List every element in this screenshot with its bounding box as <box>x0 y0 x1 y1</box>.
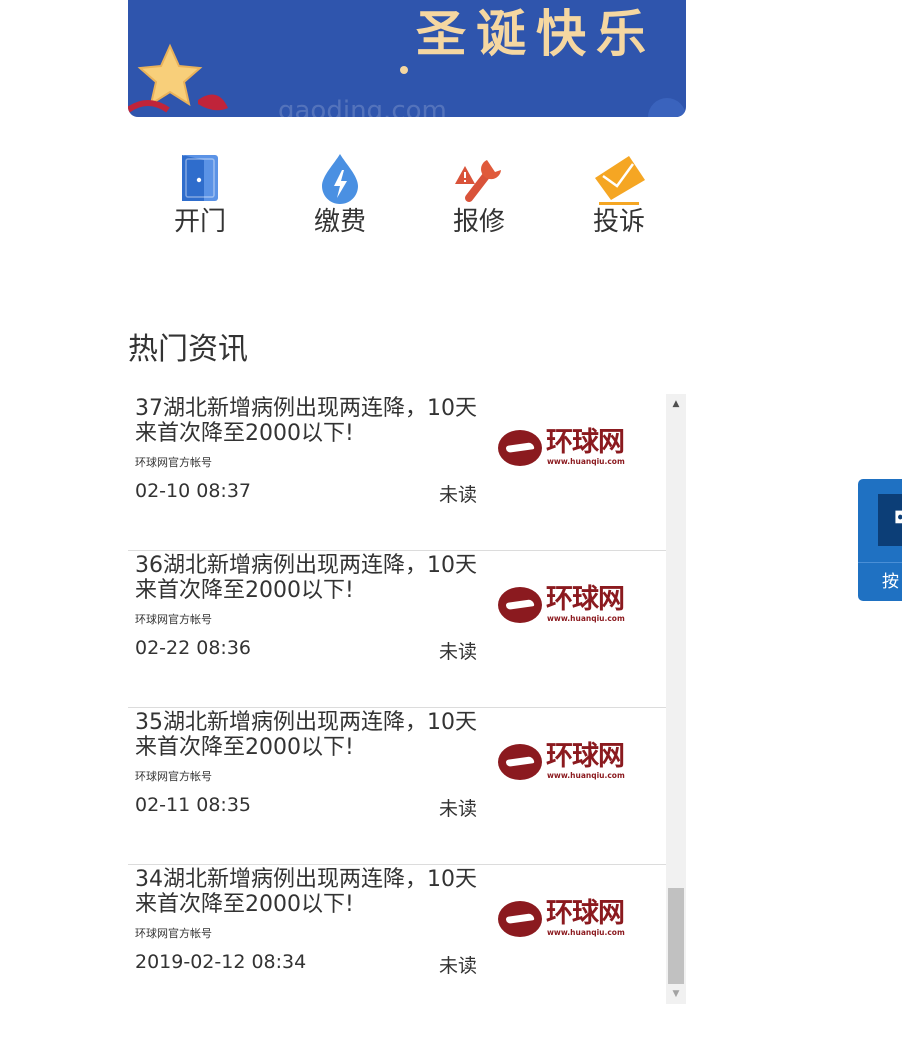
news-time: 2019-02-12 08:34 <box>135 951 307 973</box>
news-source: 环球网官方帐号 <box>135 770 212 783</box>
floating-side-tool[interactable]: ◘ 按 <box>858 479 902 601</box>
action-complaint[interactable]: 投诉 <box>559 150 679 238</box>
scroll-down-arrow-icon[interactable]: ▼ <box>666 984 686 1004</box>
banner-title: 圣诞快乐 <box>416 4 656 63</box>
news-time: 02-10 08:37 <box>135 480 252 502</box>
logo-text: 环球网 <box>546 584 625 615</box>
action-open-door[interactable]: 开门 <box>140 150 260 238</box>
news-headline: 35湖北新增病例出现两连降，10天来首次降至2000以下! <box>135 710 477 760</box>
news-list-container[interactable]: 37湖北新增病例出现两连降，10天来首次降至2000以下! 环球网官方帐号 02… <box>128 394 686 1004</box>
huanqiu-logo-mark <box>498 587 542 623</box>
news-headline: 37湖北新增病例出现两连降，10天来首次降至2000以下! <box>135 396 477 446</box>
news-headline: 34湖北新增病例出现两连降，10天来首次降至2000以下! <box>135 867 477 917</box>
news-source: 环球网官方帐号 <box>135 456 212 469</box>
wrench-icon <box>455 160 501 202</box>
news-list: 37湖北新增病例出现两连降，10天来首次降至2000以下! 环球网官方帐号 02… <box>128 394 666 1004</box>
action-label: 开门 <box>173 207 226 237</box>
banner[interactable]: 圣诞快乐 ❄ gaoding.com <box>128 0 686 117</box>
action-label: 报修 <box>452 207 505 237</box>
banner-watermark: gaoding.com <box>278 96 447 117</box>
action-pay[interactable]: 缴费 <box>280 150 400 238</box>
news-item[interactable]: 34湖北新增病例出现两连降，10天来首次降至2000以下! 环球网官方帐号 20… <box>128 865 666 1004</box>
news-item[interactable]: 35湖北新增病例出现两连降，10天来首次降至2000以下! 环球网官方帐号 02… <box>128 708 666 865</box>
logo-url: www.huanqiu.com <box>547 928 625 937</box>
quick-actions: 开门 缴费 报修 投诉 <box>128 150 686 250</box>
side-tool-label: 按 <box>882 572 899 592</box>
news-time: 02-22 08:36 <box>135 637 252 659</box>
logo-url: www.huanqiu.com <box>547 771 625 780</box>
logo-url: www.huanqiu.com <box>547 457 625 466</box>
side-tool-divider <box>858 562 902 563</box>
huanqiu-logo-mark <box>498 744 542 780</box>
news-source: 环球网官方帐号 <box>135 927 212 940</box>
news-status: 未读 <box>439 798 478 820</box>
logo-text: 环球网 <box>546 898 625 929</box>
section-title: 热门资讯 <box>128 332 248 367</box>
huanqiu-logo-mark <box>498 430 542 466</box>
huanqiu-logo-mark <box>498 901 542 937</box>
news-source: 环球网官方帐号 <box>135 613 212 626</box>
logo-text: 环球网 <box>546 427 625 458</box>
action-label: 投诉 <box>592 207 645 237</box>
logo-text: 环球网 <box>546 741 625 772</box>
news-item[interactable]: 37湖北新增病例出现两连降，10天来首次降至2000以下! 环球网官方帐号 02… <box>128 394 666 551</box>
camera-button[interactable]: ◘ <box>878 494 902 546</box>
news-status: 未读 <box>439 955 478 977</box>
huanqiu-logo: 环球网 www.huanqiu.com <box>498 428 634 468</box>
door-icon <box>182 155 218 201</box>
huanqiu-logo: 环球网 www.huanqiu.com <box>498 742 634 782</box>
camera-icon: ◘ <box>894 508 902 527</box>
water-drop-bolt-icon <box>322 154 358 204</box>
scroll-up-arrow-icon[interactable]: ▲ <box>666 394 686 414</box>
envelope-icon <box>595 156 645 205</box>
scrollbar-thumb[interactable] <box>668 888 684 984</box>
action-label: 缴费 <box>313 207 366 237</box>
banner-circle-decoration <box>648 98 686 117</box>
news-headline: 36湖北新增病例出现两连降，10天来首次降至2000以下! <box>135 553 477 603</box>
news-item[interactable]: 36湖北新增病例出现两连降，10天来首次降至2000以下! 环球网官方帐号 02… <box>128 551 666 708</box>
news-status: 未读 <box>439 641 478 663</box>
logo-url: www.huanqiu.com <box>547 614 625 623</box>
news-time: 02-11 08:35 <box>135 794 252 816</box>
news-status: 未读 <box>439 484 478 506</box>
banner-dot-decoration <box>400 66 408 74</box>
action-repair[interactable]: 报修 <box>419 150 539 238</box>
news-scrollbar[interactable]: ▲ ▼ <box>666 394 686 1004</box>
huanqiu-logo: 环球网 www.huanqiu.com <box>498 585 634 625</box>
star-decoration-icon <box>128 43 228 113</box>
huanqiu-logo: 环球网 www.huanqiu.com <box>498 899 634 939</box>
